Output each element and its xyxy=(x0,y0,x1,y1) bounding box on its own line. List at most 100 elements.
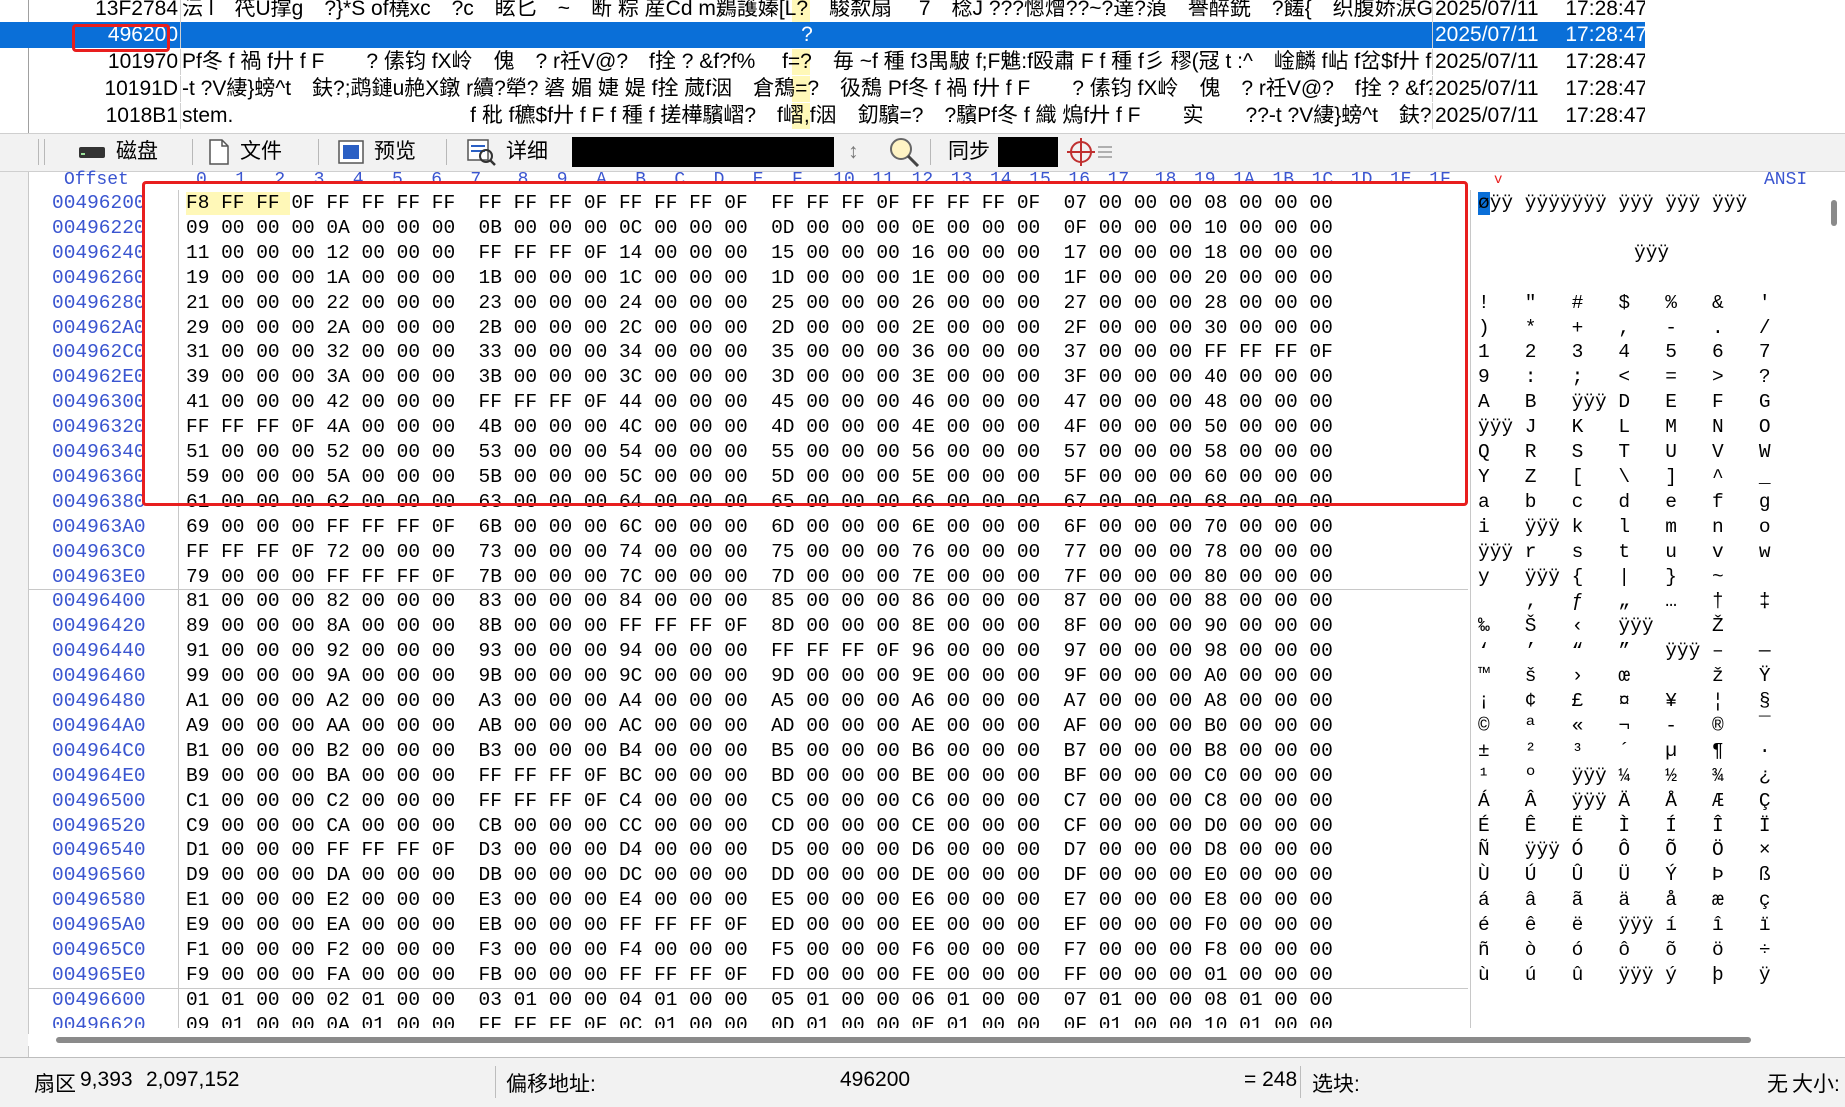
row-ascii[interactable]: ÿÿÿ r s t u v w xyxy=(1478,540,1771,565)
row-ascii[interactable]: y ÿÿÿ { | } ~ xyxy=(1478,565,1724,590)
preview-button[interactable]: 预览 xyxy=(338,137,416,167)
row-bytes[interactable]: 89 00 00 00 8A 00 00 00 8B 00 00 00 FF F… xyxy=(186,614,1333,639)
row-bytes[interactable]: B9 00 00 00 BA 00 00 00 FF FF FF 0F BC 0… xyxy=(186,764,1333,789)
row-ascii[interactable]: é ê ë ÿÿÿ í î ï xyxy=(1478,913,1771,938)
hex-row[interactable]: 004963A0 69 00 00 00 FF FF FF 0F 6B 00 00… xyxy=(0,515,1845,540)
list-row[interactable]: 496200? 2025/07/11 17:28:47 xyxy=(0,22,1645,48)
file-button[interactable]: 文件 xyxy=(208,137,282,167)
row-bytes[interactable]: F1 00 00 00 F2 00 00 00 F3 00 00 00 F4 0… xyxy=(186,938,1333,963)
row-offset: 00496260 xyxy=(52,266,146,289)
hex-row[interactable]: 004963E0 79 00 00 00 FF FF FF 0F 7B 00 00… xyxy=(0,565,1845,590)
hex-vertical-scrollbar[interactable] xyxy=(1823,190,1845,1028)
row-bytes[interactable]: B1 00 00 00 B2 00 00 00 B3 00 00 00 B4 0… xyxy=(186,739,1333,764)
row-ascii[interactable]: ‚ ƒ „ … † ‡ xyxy=(1478,589,1771,614)
redacted-sync-field xyxy=(998,137,1058,167)
hex-row[interactable]: 00496440 91 00 00 00 92 00 00 00 93 00 00… xyxy=(0,639,1845,664)
hex-row[interactable]: 00496500 C1 00 00 00 C2 00 00 00 FF FF FF… xyxy=(0,789,1845,814)
row-bytes[interactable]: E1 00 00 00 E2 00 00 00 E3 00 00 00 E4 0… xyxy=(186,888,1333,913)
row-text: stem. f 秕 f穮$f廾 f F f 種 f 搓樺驞嶍? f嶍,f洇 釖驞… xyxy=(182,104,1432,127)
annotation-box-list-id xyxy=(72,24,170,52)
hex-row[interactable]: 004965C0 F1 00 00 00 F2 00 00 00 F3 00 00… xyxy=(0,938,1845,963)
hex-horizontal-scrollbar[interactable] xyxy=(28,1034,1823,1046)
row-ascii[interactable]: ‘ ’ “ ” ÿÿÿ – — xyxy=(1478,639,1771,664)
row-ascii[interactable]: ‰ Š ‹ ÿÿÿ Ž xyxy=(1478,614,1724,639)
row-bytes[interactable]: D1 00 00 00 FF FF FF 0F D3 00 00 00 D4 0… xyxy=(186,838,1333,863)
list-row[interactable]: 13F2784 沄 l 笩U撑g ?}*S of橈xc ?c 眩匕 ~ 断 粽 産… xyxy=(0,0,1645,22)
hex-row[interactable]: 004965A0 E9 00 00 00 EA 00 00 00 EB 00 00… xyxy=(0,913,1845,938)
row-ascii[interactable]: ¹ º ÿÿÿ ¼ ½ ¾ ¿ xyxy=(1478,764,1771,789)
row-bytes[interactable]: E9 00 00 00 EA 00 00 00 EB 00 00 00 FF F… xyxy=(186,913,1333,938)
find-button[interactable] xyxy=(888,137,920,167)
row-bytes[interactable]: C1 00 00 00 C2 00 00 00 FF FF FF 0F C4 0… xyxy=(186,789,1333,814)
sync-button[interactable]: 同步 xyxy=(948,137,990,167)
hex-row[interactable]: 00496460 99 00 00 00 9A 00 00 00 9B 00 00… xyxy=(0,664,1845,689)
ansi-header[interactable]: ANSI xyxy=(1764,170,1807,190)
hex-row[interactable]: 00496520 C9 00 00 00 CA 00 00 00 CB 00 00… xyxy=(0,814,1845,839)
list-row[interactable]: 10191D -t ?V緀}螃^t 鈇?;鹉鏈u赩X鐓 r續?犖? 碆 媚 婕 媞… xyxy=(0,76,1645,102)
row-bytes[interactable]: 99 00 00 00 9A 00 00 00 9B 00 00 00 9C 0… xyxy=(186,664,1333,689)
hex-row[interactable]: 004964A0 A9 00 00 00 AA 00 00 00 AB 00 00… xyxy=(0,714,1845,739)
row-ascii[interactable]: É Ê Ë Ì Í Î Ï xyxy=(1478,814,1771,839)
row-bytes[interactable]: FF FF FF 0F 72 00 00 00 73 00 00 00 74 0… xyxy=(186,540,1333,565)
row-bytes[interactable]: 01 01 00 00 02 01 00 00 03 01 00 00 04 0… xyxy=(186,988,1333,1013)
hex-row[interactable]: 00496480 A1 00 00 00 A2 00 00 00 A3 00 00… xyxy=(0,689,1845,714)
list-scroll-area[interactable] xyxy=(1645,0,1845,133)
hex-row[interactable]: 00496620 09 01 00 00 0A 01 00 00 FF FF FF… xyxy=(0,1013,1845,1028)
row-ascii[interactable]: ± ² ³ ´ µ ¶ · xyxy=(1478,739,1771,764)
row-ascii[interactable]: øÿÿ ÿÿÿÿÿÿÿ ÿÿÿ ÿÿÿ ÿÿÿ xyxy=(1478,191,1747,216)
row-ascii[interactable]: A B ÿÿÿ D E F G xyxy=(1478,390,1771,415)
hex-row[interactable]: 00496600 01 01 00 00 02 01 00 00 03 01 00… xyxy=(0,988,1845,1013)
hex-row[interactable]: 004965E0 F9 00 00 00 FA 00 00 00 FB 00 00… xyxy=(0,963,1845,988)
hex-row[interactable]: 00496420 89 00 00 00 8A 00 00 00 8B 00 00… xyxy=(0,614,1845,639)
row-bytes[interactable]: 69 00 00 00 FF FF FF 0F 6B 00 00 00 6C 0… xyxy=(186,515,1333,540)
row-ascii[interactable]: á â ã ä å æ ç xyxy=(1478,888,1771,913)
row-ascii[interactable]: ! " # $ % & ' xyxy=(1478,291,1771,316)
search-result-list[interactable]: 13F2784 沄 l 笩U撑g ?}*S of橈xc ?c 眩匕 ~ 断 粽 産… xyxy=(0,0,1845,133)
scrollbar-thumb[interactable] xyxy=(56,1037,1751,1043)
row-bytes[interactable]: A9 00 00 00 AA 00 00 00 AB 00 00 00 AC 0… xyxy=(186,714,1333,739)
row-ascii[interactable]: ™ š › œ ž Ÿ xyxy=(1478,664,1771,689)
row-ascii[interactable]: © ª « ¬ - ® ¯ xyxy=(1478,714,1771,739)
row-ascii[interactable]: ñ ò ó ô õ ö ÷ xyxy=(1478,938,1771,963)
hex-row[interactable]: 004964C0 B1 00 00 00 B2 00 00 00 B3 00 00… xyxy=(0,739,1845,764)
row-ascii[interactable]: Ù Ú Û Ü Ý Þ ß xyxy=(1478,863,1771,888)
row-ascii[interactable]: ÿÿÿ xyxy=(1478,1013,1845,1028)
row-ascii[interactable]: a b c d e f g xyxy=(1478,490,1771,515)
row-ascii[interactable]: ¡ ¢ £ ¤ ¥ ¦ § xyxy=(1478,689,1771,714)
row-bytes[interactable]: 91 00 00 00 92 00 00 00 93 00 00 00 94 0… xyxy=(186,639,1333,664)
target-button[interactable] xyxy=(1066,137,1114,167)
row-bytes[interactable]: 09 01 00 00 0A 01 00 00 FF FF FF 0F 0C 0… xyxy=(186,1013,1333,1028)
row-ascii[interactable]: 9 : ; < = > ? xyxy=(1478,365,1771,390)
row-ascii[interactable]: ù ú û ÿÿÿ ý þ ÿ xyxy=(1478,963,1771,988)
row-ascii[interactable]: Y Z [ \ ] ^ _ xyxy=(1478,465,1771,490)
row-ascii[interactable]: ) * + , - . / xyxy=(1478,316,1771,341)
hex-row[interactable]: 00496540 D1 00 00 00 FF FF FF 0F D3 00 00… xyxy=(0,838,1845,863)
hex-row[interactable]: 004963C0 FF FF FF 0F 72 00 00 00 73 00 00… xyxy=(0,540,1845,565)
row-bytes[interactable]: 79 00 00 00 FF FF FF 0F 7B 00 00 00 7C 0… xyxy=(186,565,1333,590)
hex-row[interactable]: 00496400 81 00 00 00 82 00 00 00 83 00 00… xyxy=(0,589,1845,614)
hex-row[interactable]: 004964E0 B9 00 00 00 BA 00 00 00 FF FF FF… xyxy=(0,764,1845,789)
row-ascii[interactable]: ÿÿÿ J K L M N O xyxy=(1478,415,1771,440)
row-ascii[interactable]: Q R S T U V W xyxy=(1478,440,1771,465)
row-ascii[interactable]: Ñ ÿÿÿ Ó Ô Õ Ö × xyxy=(1478,838,1771,863)
row-ascii[interactable]: ÿÿÿ xyxy=(1478,241,1669,266)
list-row[interactable]: 1018B1 stem. f 秕 f穮$f廾 f F f 種 f 搓樺驞嶍? f嶍… xyxy=(0,103,1645,129)
selection-value: 无 xyxy=(1767,1073,1788,1096)
row-ascii[interactable]: 1 2 3 4 5 6 7 xyxy=(1478,340,1771,365)
row-bytes[interactable]: F9 00 00 00 FA 00 00 00 FB 00 00 00 FF F… xyxy=(186,963,1333,988)
row-bytes[interactable]: C9 00 00 00 CA 00 00 00 CB 00 00 00 CC 0… xyxy=(186,814,1333,839)
scrollbar-thumb[interactable] xyxy=(1831,200,1837,226)
row-bytes[interactable]: A1 00 00 00 A2 00 00 00 A3 00 00 00 A4 0… xyxy=(186,689,1333,714)
row-date: 2025/07/11 17:28:47 xyxy=(1435,104,1645,127)
hex-row[interactable]: 00496580 E1 00 00 00 E2 00 00 00 E3 00 00… xyxy=(0,888,1845,913)
row-bytes[interactable]: 81 00 00 00 82 00 00 00 83 00 00 00 84 0… xyxy=(186,589,1333,614)
row-ascii[interactable]: Á Â ÿÿÿ Ä Å Æ Ç xyxy=(1478,789,1771,814)
hex-row[interactable]: 00496560 D9 00 00 00 DA 00 00 00 DB 00 00… xyxy=(0,863,1845,888)
list-row[interactable]: 101970 Pf冬 f 禍 f廾 f F ? 傃钧 fX岭 傀 ? r祍V@? … xyxy=(0,49,1645,75)
row-bytes[interactable]: D9 00 00 00 DA 00 00 00 DB 00 00 00 DC 0… xyxy=(186,863,1333,888)
row-ascii[interactable]: i ÿÿÿ k l m n o xyxy=(1478,515,1771,540)
chevron-down-icon[interactable]: v xyxy=(1494,170,1502,190)
updown-button[interactable]: ↕ xyxy=(848,137,859,167)
detail-button[interactable]: 详细 xyxy=(466,137,548,167)
disk-button[interactable]: 磁盘 xyxy=(78,137,158,167)
